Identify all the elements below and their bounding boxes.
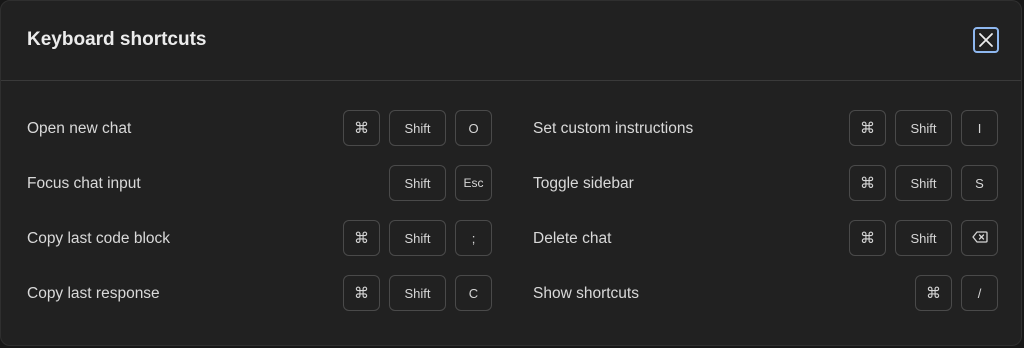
dialog-header: Keyboard shortcuts bbox=[1, 1, 1021, 81]
shift-key: Shift bbox=[895, 165, 952, 201]
letter-key: I bbox=[961, 110, 998, 146]
backspace-icon bbox=[971, 230, 988, 246]
command-key: ⌘ bbox=[343, 275, 380, 311]
command-key: ⌘ bbox=[849, 220, 886, 256]
slash-key: / bbox=[961, 275, 998, 311]
shortcut-label: Open new chat bbox=[27, 120, 132, 137]
shortcut-row-copy-last-response: Copy last response ⌘ Shift C bbox=[27, 267, 492, 322]
shortcut-label: Copy last response bbox=[27, 285, 160, 302]
shortcut-row-show-shortcuts: Show shortcuts ⌘ / bbox=[533, 267, 998, 322]
shortcut-row-toggle-sidebar: Toggle sidebar ⌘ Shift S bbox=[533, 157, 998, 212]
shortcut-label: Set custom instructions bbox=[533, 120, 694, 137]
shift-key: Shift bbox=[389, 110, 446, 146]
shortcut-row-copy-last-code-block: Copy last code block ⌘ Shift ; bbox=[27, 212, 492, 267]
semicolon-key: ; bbox=[455, 220, 492, 256]
shift-key: Shift bbox=[389, 165, 446, 201]
command-key: ⌘ bbox=[849, 110, 886, 146]
backspace-key bbox=[961, 220, 998, 256]
shortcut-label: Show shortcuts bbox=[533, 285, 639, 302]
escape-key: Esc bbox=[455, 165, 492, 201]
shortcut-label: Focus chat input bbox=[27, 175, 141, 192]
keyboard-shortcuts-dialog: Keyboard shortcuts Open new chat ⌘ Shift… bbox=[0, 0, 1022, 346]
letter-key: C bbox=[455, 275, 492, 311]
shortcut-label: Delete chat bbox=[533, 230, 612, 247]
shortcut-row-focus-chat-input: Focus chat input Shift Esc bbox=[27, 157, 492, 212]
letter-key: O bbox=[455, 110, 492, 146]
shortcut-row-open-new-chat: Open new chat ⌘ Shift O bbox=[27, 102, 492, 157]
shift-key: Shift bbox=[895, 220, 952, 256]
shortcut-row-delete-chat: Delete chat ⌘ Shift bbox=[533, 212, 998, 267]
shift-key: Shift bbox=[895, 110, 952, 146]
shortcut-label: Copy last code block bbox=[27, 230, 171, 247]
close-icon bbox=[978, 32, 994, 48]
command-key: ⌘ bbox=[343, 110, 380, 146]
letter-key: S bbox=[961, 165, 998, 201]
shortcut-row-set-custom-instructions: Set custom instructions ⌘ Shift I bbox=[533, 102, 998, 157]
command-key: ⌘ bbox=[915, 275, 952, 311]
shortcuts-right-column: Set custom instructions ⌘ Shift I Toggle… bbox=[533, 102, 998, 322]
shortcuts-left-column: Open new chat ⌘ Shift O Focus chat input… bbox=[27, 102, 492, 322]
shift-key: Shift bbox=[389, 220, 446, 256]
command-key: ⌘ bbox=[343, 220, 380, 256]
command-key: ⌘ bbox=[849, 165, 886, 201]
shift-key: Shift bbox=[389, 275, 446, 311]
dialog-title: Keyboard shortcuts bbox=[27, 29, 207, 50]
close-button[interactable] bbox=[973, 27, 999, 53]
shortcut-label: Toggle sidebar bbox=[533, 175, 634, 192]
